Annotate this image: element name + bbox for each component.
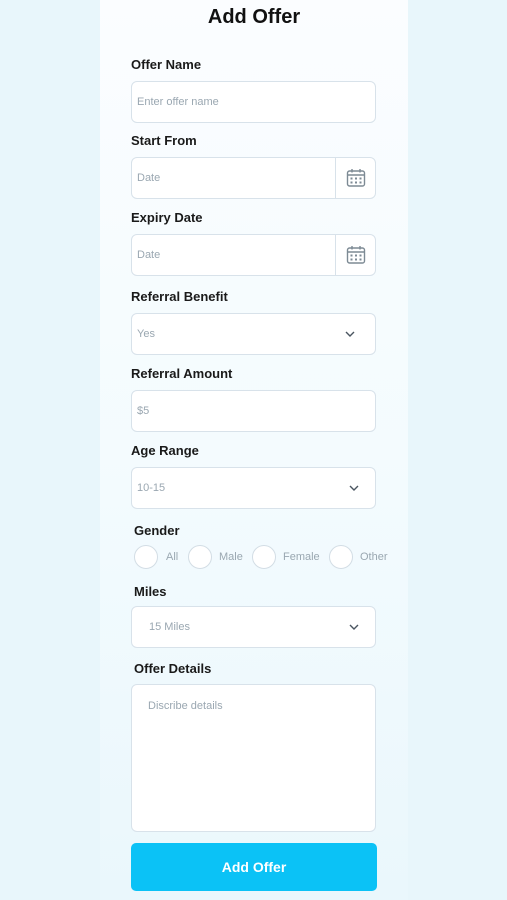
offer-details-placeholder: Discribe details: [148, 700, 223, 712]
calendar-icon: [346, 246, 365, 264]
offer-name-placeholder: Enter offer name: [137, 96, 219, 108]
gender-option-label: Other: [360, 551, 388, 563]
gender-option-label: Female: [283, 551, 320, 563]
miles-select[interactable]: 15 Miles: [131, 606, 376, 648]
start-from-label: Start From: [131, 133, 197, 148]
start-from-calendar-button[interactable]: [335, 158, 375, 198]
start-from-input[interactable]: Date: [131, 157, 376, 199]
offer-details-textarea[interactable]: Discribe details: [131, 684, 376, 832]
offer-name-label: Offer Name: [131, 57, 202, 72]
expiry-date-label: Expiry Date: [131, 210, 203, 225]
expiry-date-calendar-button[interactable]: [335, 235, 375, 275]
page-title: Add Offer: [207, 6, 301, 28]
add-offer-button[interactable]: Add Offer: [131, 843, 377, 891]
gender-radio-female[interactable]: [252, 545, 276, 569]
gender-option-label: All: [166, 551, 179, 563]
referral-benefit-select[interactable]: Yes: [131, 313, 376, 355]
gender-radio-other[interactable]: [329, 545, 353, 569]
chevron-down-icon: [347, 481, 361, 495]
miles-label: Miles: [134, 584, 167, 599]
gender-option-label: Male: [219, 551, 243, 563]
expiry-date-placeholder: Date: [137, 249, 161, 261]
expiry-date-input[interactable]: Date: [131, 234, 376, 276]
referral-benefit-label: Referral Benefit: [131, 289, 228, 304]
age-range-select[interactable]: 10-15: [131, 467, 376, 509]
referral-amount-value: $5: [137, 405, 150, 417]
gender-label: Gender: [134, 523, 180, 538]
start-from-placeholder: Date: [137, 172, 161, 184]
age-range-value: 10-15: [137, 482, 166, 494]
gender-radio-male[interactable]: [188, 545, 212, 569]
referral-amount-label: Referral Amount: [131, 366, 233, 381]
offer-details-label: Offer Details: [134, 661, 212, 676]
miles-value: 15 Miles: [149, 621, 190, 633]
age-range-label: Age Range: [131, 443, 199, 458]
gender-radio-all[interactable]: [134, 545, 158, 569]
offer-name-input[interactable]: Enter offer name: [131, 81, 376, 123]
referral-benefit-value: Yes: [137, 328, 155, 340]
referral-amount-input[interactable]: $5: [131, 390, 376, 432]
chevron-down-icon: [347, 620, 361, 634]
chevron-down-icon: [343, 327, 357, 341]
calendar-icon: [346, 169, 365, 187]
